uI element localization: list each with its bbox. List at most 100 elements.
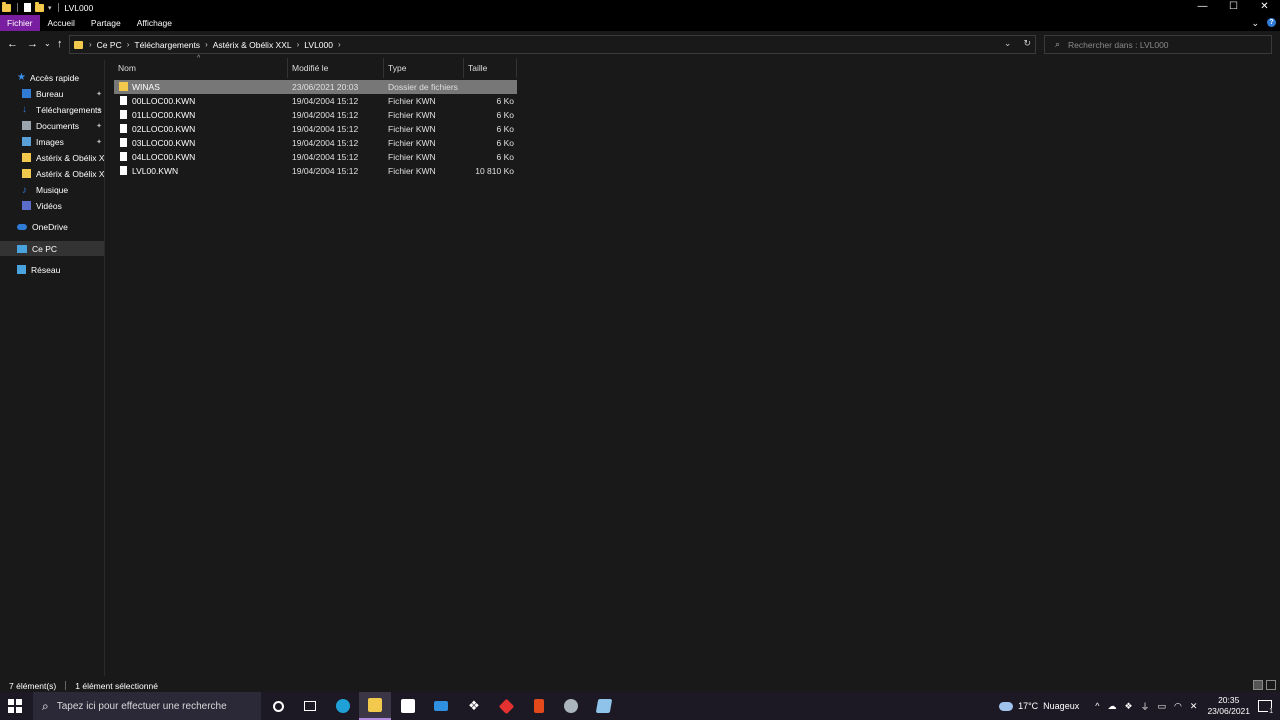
folder-icon xyxy=(74,40,83,49)
usb-icon[interactable]: ⏚ xyxy=(1141,700,1150,713)
task-view-icon[interactable] xyxy=(294,692,326,720)
tab-fichier[interactable]: Fichier xyxy=(0,15,40,31)
file-explorer-icon[interactable] xyxy=(359,692,391,720)
item-count: 7 élément(s) xyxy=(9,680,57,691)
sidebar-item-label: OneDrive xyxy=(32,221,68,232)
column-header-row: ^ Nom Modifié le Type Taille xyxy=(114,55,517,78)
file-size: 6 Ko xyxy=(496,96,515,106)
sidebar-item-telechargements[interactable]: ↓ Téléchargements ✦ xyxy=(0,102,104,117)
large-icons-view-icon[interactable] xyxy=(1266,680,1276,690)
selection-count: 1 élément sélectionné xyxy=(75,680,158,691)
cloud-sync-icon[interactable]: ☁ xyxy=(1107,701,1116,712)
notification-center-icon[interactable]: 1 xyxy=(1258,700,1274,715)
file-row[interactable]: 01LLOC00.KWN 19/04/2004 15:12 Fichier KW… xyxy=(114,108,517,122)
wifi-icon[interactable]: ◠ xyxy=(1174,701,1182,712)
tab-affichage[interactable]: Affichage xyxy=(129,15,180,31)
sidebar-item-bureau[interactable]: Bureau ✦ xyxy=(0,86,104,101)
new-folder-icon[interactable] xyxy=(35,1,44,12)
file-row[interactable]: 00LLOC00.KWN 19/04/2004 15:12 Fichier KW… xyxy=(114,94,517,108)
notepad-app-icon[interactable] xyxy=(588,692,620,720)
pin-icon[interactable]: ✦ xyxy=(96,106,102,114)
recent-locations-chevron-icon[interactable]: ⌄ xyxy=(44,39,51,48)
back-arrow-icon[interactable]: ← xyxy=(7,38,18,50)
volume-muted-icon[interactable]: ✕ xyxy=(1190,701,1198,712)
address-dropdown-icon[interactable]: ⌄ xyxy=(1004,38,1012,49)
sidebar-item-documents[interactable]: Documents ✦ xyxy=(0,118,104,133)
help-icon[interactable]: ? xyxy=(1267,18,1276,27)
file-icon xyxy=(120,152,127,161)
expand-ribbon-icon[interactable]: ⌄ xyxy=(1251,15,1259,31)
file-modified: 19/04/2004 15:12 xyxy=(292,110,359,120)
sidebar-item-asterix-2[interactable]: Astérix & Obélix XX xyxy=(0,166,104,181)
file-row[interactable]: LVL00.KWN 19/04/2004 15:12 Fichier KWN 1… xyxy=(114,164,517,178)
clock[interactable]: 20:35 23/06/2021 xyxy=(1207,695,1250,717)
address-bar[interactable]: › Ce PC › Téléchargements › Astérix & Ob… xyxy=(69,35,1036,54)
sidebar-item-acces-rapide[interactable]: ★ Accès rapide xyxy=(0,70,104,85)
file-modified: 19/04/2004 15:12 xyxy=(292,96,359,106)
properties-icon[interactable] xyxy=(24,3,31,12)
file-icon xyxy=(120,110,127,119)
clock-time: 20:35 xyxy=(1218,695,1240,705)
column-header-size[interactable]: Taille xyxy=(464,58,517,78)
sidebar-item-ce-pc[interactable]: Ce PC xyxy=(0,241,104,256)
chevron-right-icon[interactable]: › xyxy=(338,40,341,49)
tab-partage[interactable]: Partage xyxy=(83,15,129,31)
pin-icon[interactable]: ✦ xyxy=(96,90,102,98)
file-icon xyxy=(120,96,127,105)
sidebar-item-images[interactable]: Images ✦ xyxy=(0,134,104,149)
mail-icon[interactable] xyxy=(425,692,457,720)
file-row[interactable]: 02LLOC00.KWN 19/04/2004 15:12 Fichier KW… xyxy=(114,122,517,136)
file-size: 6 Ko xyxy=(496,138,515,148)
sidebar-item-asterix-1[interactable]: Astérix & Obélix XX xyxy=(0,150,104,165)
file-row[interactable]: WINAS 23/06/2021 20:03 Dossier de fichie… xyxy=(114,80,517,94)
battery-icon[interactable]: ▭ xyxy=(1158,701,1167,712)
cloud-icon xyxy=(17,223,27,230)
breadcrumb-ce-pc[interactable]: Ce PC xyxy=(92,40,127,50)
taskbar-search-input[interactable]: ⌕ Tapez ici pour effectuer une recherche xyxy=(33,692,261,720)
pin-icon[interactable]: ✦ xyxy=(96,138,102,146)
file-name: 03LLOC00.KWN xyxy=(132,138,196,148)
up-arrow-icon[interactable]: ↑ xyxy=(57,38,63,50)
close-button[interactable]: ✕ xyxy=(1249,0,1280,15)
edge-icon[interactable] xyxy=(327,692,359,720)
maximize-button[interactable]: ☐ xyxy=(1218,0,1249,15)
column-header-type[interactable]: Type xyxy=(384,58,464,78)
sidebar-item-label: Astérix & Obélix XX xyxy=(36,152,104,163)
file-row[interactable]: 04LLOC00.KWN 19/04/2004 15:12 Fichier KW… xyxy=(114,150,517,164)
tab-accueil[interactable]: Accueil xyxy=(40,15,83,31)
windows-start-icon[interactable] xyxy=(8,699,22,713)
breadcrumb-telechargements[interactable]: Téléchargements xyxy=(129,40,205,50)
star-icon: ★ xyxy=(17,72,26,83)
sidebar-item-reseau[interactable]: Réseau xyxy=(0,262,104,277)
details-view-icon[interactable] xyxy=(1253,680,1263,690)
anydesk-icon[interactable] xyxy=(490,692,522,720)
pin-icon[interactable]: ✦ xyxy=(96,122,102,130)
office-icon[interactable] xyxy=(523,692,555,720)
customize-toolbar-icon[interactable]: ▾ xyxy=(48,4,52,12)
dropbox-tray-icon[interactable]: ❖ xyxy=(1124,701,1132,712)
breadcrumb-asterix[interactable]: Astérix & Obélix XXL xyxy=(208,40,297,50)
file-modified: 19/04/2004 15:12 xyxy=(292,124,359,134)
breadcrumb-lvl000[interactable]: LVL000 xyxy=(299,40,338,50)
settings-app-icon[interactable] xyxy=(555,692,587,720)
search-input[interactable]: ⌕ Rechercher dans : LVL000 xyxy=(1044,35,1272,54)
forward-arrow-icon[interactable]: → xyxy=(27,38,38,50)
sidebar-item-videos[interactable]: Vidéos xyxy=(0,198,104,213)
sidebar-item-musique[interactable]: ♪ Musique xyxy=(0,182,104,197)
refresh-icon[interactable]: ↻ xyxy=(1023,38,1031,49)
clock-date: 23/06/2021 xyxy=(1207,706,1250,716)
weather-widget[interactable]: 17°C Nuageux xyxy=(999,701,1079,711)
column-header-modified[interactable]: Modifié le xyxy=(288,58,384,78)
column-header-name[interactable]: Nom xyxy=(114,58,288,78)
dropbox-icon[interactable]: ❖ xyxy=(458,692,490,720)
sidebar-item-label: Accès rapide xyxy=(30,72,80,83)
sidebar-item-onedrive[interactable]: OneDrive xyxy=(0,219,104,234)
pane-divider[interactable] xyxy=(104,60,105,676)
minimize-button[interactable]: — xyxy=(1187,0,1218,15)
microsoft-store-icon[interactable] xyxy=(392,692,424,720)
file-row[interactable]: 03LLOC00.KWN 19/04/2004 15:12 Fichier KW… xyxy=(114,136,517,150)
cortana-icon[interactable] xyxy=(262,692,294,720)
chevron-up-icon[interactable]: ^ xyxy=(1095,701,1099,711)
file-size: 6 Ko xyxy=(496,124,515,134)
file-name: 04LLOC00.KWN xyxy=(132,152,196,162)
